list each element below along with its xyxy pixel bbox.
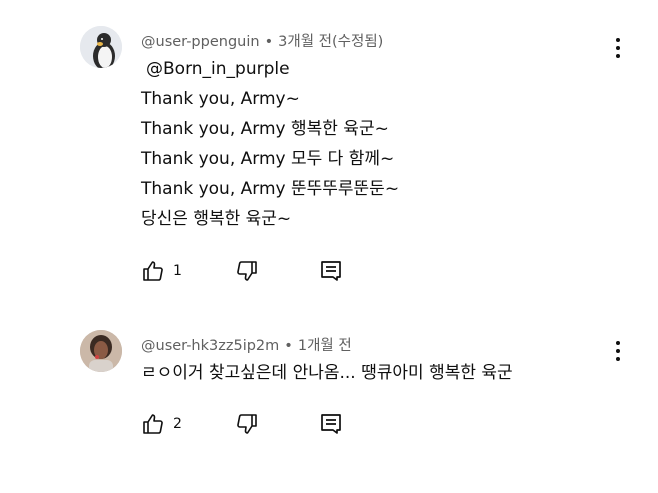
comment: @user-hk3zz5ip2m • 1개월 전 ㄹㅇ이거 찾고싶은데 안나옴...…	[0, 318, 658, 493]
dislike-icon	[237, 414, 257, 434]
like-button[interactable]: 2	[141, 411, 182, 437]
separator: •	[264, 34, 274, 50]
avatar[interactable]	[80, 26, 122, 68]
dislike-icon	[237, 261, 257, 281]
comment-header: @user-ppenguin • 3개월 전(수정됨)	[141, 30, 383, 51]
reply-button[interactable]	[319, 411, 343, 437]
author-name[interactable]: @user-ppenguin	[141, 34, 260, 50]
separator: •	[284, 338, 293, 354]
dislike-button[interactable]	[235, 411, 259, 437]
more-options-button[interactable]	[608, 34, 628, 62]
dislike-button[interactable]	[235, 258, 259, 284]
like-button[interactable]: 1	[141, 258, 182, 284]
mention-line[interactable]: @Born_in_purple	[141, 54, 399, 84]
comment-header: @user-hk3zz5ip2m • 1개월 전	[141, 334, 352, 355]
text-line: Thank you, Army 행복한 육군~	[141, 119, 389, 139]
more-options-button[interactable]	[608, 337, 628, 365]
text-line: Thank you, Army 모두 다 함께~	[141, 149, 395, 169]
like-count: 2	[173, 416, 182, 432]
comment-text: ㄹㅇ이거 찾고싶은데 안나옴... 땡큐아미 행복한 육군	[141, 358, 513, 388]
comment-time[interactable]: 1개월 전	[298, 338, 352, 354]
text-line: 당신은 행복한 육군~	[141, 209, 292, 229]
like-count: 1	[173, 263, 182, 279]
text-line: Thank you, Army 뚠뚜뚜루뚠둔~	[141, 179, 400, 199]
text-line: ㄹㅇ이거 찾고싶은데 안나옴... 땡큐아미 행복한 육군	[141, 363, 513, 383]
avatar[interactable]	[80, 330, 122, 372]
person-avatar-icon	[80, 330, 122, 372]
text-line: Thank you, Army~	[141, 89, 300, 109]
like-icon	[143, 414, 163, 434]
author-name[interactable]: @user-hk3zz5ip2m	[141, 338, 279, 354]
penguin-avatar-icon	[80, 26, 122, 68]
reply-button[interactable]	[319, 258, 343, 284]
comment: @user-ppenguin • 3개월 전(수정됨) @Born_in_purpl…	[0, 0, 658, 300]
reply-icon	[321, 414, 341, 434]
comment-text: @Born_in_purple Thank you, Army~ Thank y…	[141, 54, 399, 234]
comment-time[interactable]: 3개월 전(수정됨)	[278, 34, 383, 50]
like-icon	[143, 261, 163, 281]
reply-icon	[321, 261, 341, 281]
